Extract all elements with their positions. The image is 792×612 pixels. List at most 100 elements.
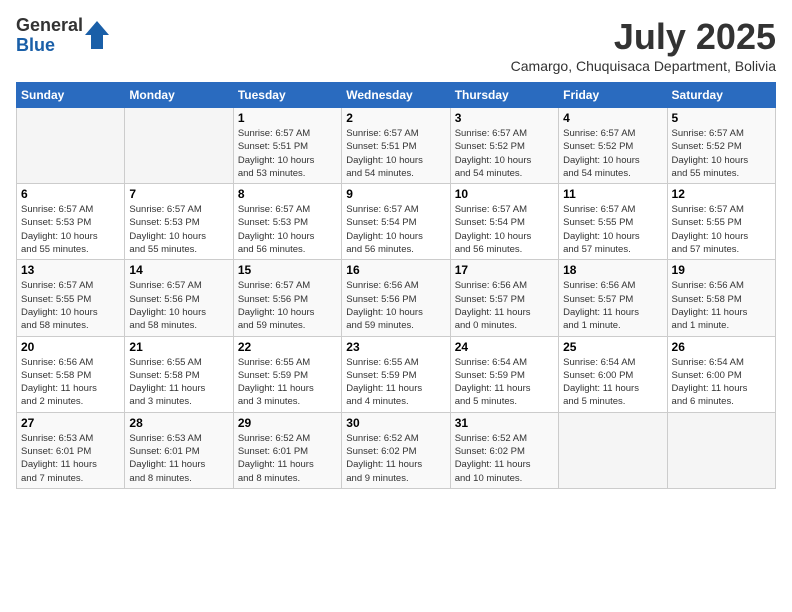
day-number: 7 bbox=[129, 187, 228, 201]
calendar-cell bbox=[125, 108, 233, 184]
calendar-cell: 26 Sunrise: 6:54 AM Sunset: 6:00 PM Dayli… bbox=[667, 336, 775, 412]
day-number: 11 bbox=[563, 187, 662, 201]
day-number: 5 bbox=[672, 111, 771, 125]
calendar-cell: 21Sunrise: 6:55 AM Sunset: 5:58 PM Dayli… bbox=[125, 336, 233, 412]
day-info: Sunrise: 6:52 AM Sunset: 6:02 PM Dayligh… bbox=[346, 432, 445, 485]
day-number: 8 bbox=[238, 187, 337, 201]
day-number: 15 bbox=[238, 263, 337, 277]
calendar-cell: 24 Sunrise: 6:54 AM Sunset: 5:59 PM Dayli… bbox=[450, 336, 558, 412]
day-number: 10 bbox=[455, 187, 554, 201]
calendar-week-1: 1 Sunrise: 6:57 AM Sunset: 5:51 PM Daylig… bbox=[17, 108, 776, 184]
day-number: 29 bbox=[238, 416, 337, 430]
calendar-cell: 1Sunrise: 6:57 AM Sunset: 5:51 PM Daylig… bbox=[233, 108, 341, 184]
day-number: 28 bbox=[129, 416, 228, 430]
day-info: Sunrise: 6:57 AM Sunset: 5:55 PM Dayligh… bbox=[672, 203, 771, 256]
day-info: Sunrise: 6:53 AM Sunset: 6:01 PM Dayligh… bbox=[21, 432, 120, 485]
day-info: Sunrise: 6:57 AM Sunset: 5:56 PM Dayligh… bbox=[129, 279, 228, 332]
day-number: 6 bbox=[21, 187, 120, 201]
day-info: Sunrise: 6:57 AM Sunset: 5:56 PM Dayligh… bbox=[238, 279, 337, 332]
day-number: 23 bbox=[346, 340, 445, 354]
day-header-friday: Friday bbox=[559, 83, 667, 108]
calendar-cell: 19Sunrise: 6:56 AM Sunset: 5:58 PM Dayli… bbox=[667, 260, 775, 336]
day-info: Sunrise: 6:56 AM Sunset: 5:56 PM Dayligh… bbox=[346, 279, 445, 332]
day-info: Sunrise: 6:57 AM Sunset: 5:54 PM Dayligh… bbox=[455, 203, 554, 256]
day-header-saturday: Saturday bbox=[667, 83, 775, 108]
day-info: Sunrise: 6:57 AM Sunset: 5:53 PM Dayligh… bbox=[238, 203, 337, 256]
day-number: 1 bbox=[238, 111, 337, 125]
calendar-cell: 4 Sunrise: 6:57 AM Sunset: 5:52 PM Daylig… bbox=[559, 108, 667, 184]
day-info: Sunrise: 6:57 AM Sunset: 5:52 PM Dayligh… bbox=[672, 127, 771, 180]
logo-general: General bbox=[16, 16, 83, 36]
day-header-sunday: Sunday bbox=[17, 83, 125, 108]
day-number: 13 bbox=[21, 263, 120, 277]
day-info: Sunrise: 6:54 AM Sunset: 5:59 PM Dayligh… bbox=[455, 356, 554, 409]
days-header-row: SundayMondayTuesdayWednesdayThursdayFrid… bbox=[17, 83, 776, 108]
calendar-week-2: 6 Sunrise: 6:57 AM Sunset: 5:53 PM Daylig… bbox=[17, 184, 776, 260]
day-number: 30 bbox=[346, 416, 445, 430]
day-info: Sunrise: 6:56 AM Sunset: 5:57 PM Dayligh… bbox=[563, 279, 662, 332]
day-header-wednesday: Wednesday bbox=[342, 83, 450, 108]
day-info: Sunrise: 6:56 AM Sunset: 5:57 PM Dayligh… bbox=[455, 279, 554, 332]
day-number: 3 bbox=[455, 111, 554, 125]
day-info: Sunrise: 6:56 AM Sunset: 5:58 PM Dayligh… bbox=[21, 356, 120, 409]
calendar-cell: 18 Sunrise: 6:56 AM Sunset: 5:57 PM Dayli… bbox=[559, 260, 667, 336]
day-number: 19 bbox=[672, 263, 771, 277]
day-number: 4 bbox=[563, 111, 662, 125]
calendar-cell: 8 Sunrise: 6:57 AM Sunset: 5:53 PM Daylig… bbox=[233, 184, 341, 260]
day-info: Sunrise: 6:54 AM Sunset: 6:00 PM Dayligh… bbox=[672, 356, 771, 409]
day-number: 17 bbox=[455, 263, 554, 277]
day-info: Sunrise: 6:57 AM Sunset: 5:52 PM Dayligh… bbox=[563, 127, 662, 180]
calendar-cell bbox=[667, 412, 775, 488]
calendar-cell: 16 Sunrise: 6:56 AM Sunset: 5:56 PM Dayli… bbox=[342, 260, 450, 336]
day-info: Sunrise: 6:57 AM Sunset: 5:53 PM Dayligh… bbox=[129, 203, 228, 256]
day-number: 21 bbox=[129, 340, 228, 354]
calendar-cell: 12 Sunrise: 6:57 AM Sunset: 5:55 PM Dayli… bbox=[667, 184, 775, 260]
day-number: 14 bbox=[129, 263, 228, 277]
day-number: 2 bbox=[346, 111, 445, 125]
calendar-cell: 20Sunrise: 6:56 AM Sunset: 5:58 PM Dayli… bbox=[17, 336, 125, 412]
day-number: 9 bbox=[346, 187, 445, 201]
calendar-cell: 28 Sunrise: 6:53 AM Sunset: 6:01 PM Dayli… bbox=[125, 412, 233, 488]
calendar-cell: 17 Sunrise: 6:56 AM Sunset: 5:57 PM Dayli… bbox=[450, 260, 558, 336]
calendar-cell: 27 Sunrise: 6:53 AM Sunset: 6:01 PM Dayli… bbox=[17, 412, 125, 488]
calendar-cell: 6 Sunrise: 6:57 AM Sunset: 5:53 PM Daylig… bbox=[17, 184, 125, 260]
logo: General Blue bbox=[16, 16, 109, 56]
day-info: Sunrise: 6:55 AM Sunset: 5:59 PM Dayligh… bbox=[346, 356, 445, 409]
day-header-thursday: Thursday bbox=[450, 83, 558, 108]
day-info: Sunrise: 6:57 AM Sunset: 5:51 PM Dayligh… bbox=[346, 127, 445, 180]
calendar-cell: 13 Sunrise: 6:57 AM Sunset: 5:55 PM Dayli… bbox=[17, 260, 125, 336]
day-number: 12 bbox=[672, 187, 771, 201]
day-number: 16 bbox=[346, 263, 445, 277]
calendar-cell: 9Sunrise: 6:57 AM Sunset: 5:54 PM Daylig… bbox=[342, 184, 450, 260]
day-number: 26 bbox=[672, 340, 771, 354]
logo-blue: Blue bbox=[16, 36, 83, 56]
calendar-week-4: 20Sunrise: 6:56 AM Sunset: 5:58 PM Dayli… bbox=[17, 336, 776, 412]
calendar-cell: 10 Sunrise: 6:57 AM Sunset: 5:54 PM Dayli… bbox=[450, 184, 558, 260]
day-header-tuesday: Tuesday bbox=[233, 83, 341, 108]
day-info: Sunrise: 6:57 AM Sunset: 5:55 PM Dayligh… bbox=[563, 203, 662, 256]
calendar-cell: 11 Sunrise: 6:57 AM Sunset: 5:55 PM Dayli… bbox=[559, 184, 667, 260]
day-number: 27 bbox=[21, 416, 120, 430]
day-number: 22 bbox=[238, 340, 337, 354]
day-info: Sunrise: 6:53 AM Sunset: 6:01 PM Dayligh… bbox=[129, 432, 228, 485]
day-number: 25 bbox=[563, 340, 662, 354]
title-block: July 2025 Camargo, Chuquisaca Department… bbox=[511, 16, 776, 74]
day-info: Sunrise: 6:57 AM Sunset: 5:53 PM Dayligh… bbox=[21, 203, 120, 256]
day-header-monday: Monday bbox=[125, 83, 233, 108]
calendar-cell bbox=[559, 412, 667, 488]
day-info: Sunrise: 6:55 AM Sunset: 5:59 PM Dayligh… bbox=[238, 356, 337, 409]
month-title: July 2025 bbox=[511, 16, 776, 58]
day-info: Sunrise: 6:52 AM Sunset: 6:02 PM Dayligh… bbox=[455, 432, 554, 485]
day-info: Sunrise: 6:54 AM Sunset: 6:00 PM Dayligh… bbox=[563, 356, 662, 409]
calendar-cell: 29Sunrise: 6:52 AM Sunset: 6:01 PM Dayli… bbox=[233, 412, 341, 488]
day-info: Sunrise: 6:57 AM Sunset: 5:52 PM Dayligh… bbox=[455, 127, 554, 180]
calendar-cell bbox=[17, 108, 125, 184]
calendar-week-5: 27 Sunrise: 6:53 AM Sunset: 6:01 PM Dayli… bbox=[17, 412, 776, 488]
calendar-cell: 30 Sunrise: 6:52 AM Sunset: 6:02 PM Dayli… bbox=[342, 412, 450, 488]
day-number: 24 bbox=[455, 340, 554, 354]
day-info: Sunrise: 6:57 AM Sunset: 5:55 PM Dayligh… bbox=[21, 279, 120, 332]
calendar-cell: 22 Sunrise: 6:55 AM Sunset: 5:59 PM Dayli… bbox=[233, 336, 341, 412]
calendar-cell: 31Sunrise: 6:52 AM Sunset: 6:02 PM Dayli… bbox=[450, 412, 558, 488]
day-number: 18 bbox=[563, 263, 662, 277]
calendar-cell: 5 Sunrise: 6:57 AM Sunset: 5:52 PM Daylig… bbox=[667, 108, 775, 184]
